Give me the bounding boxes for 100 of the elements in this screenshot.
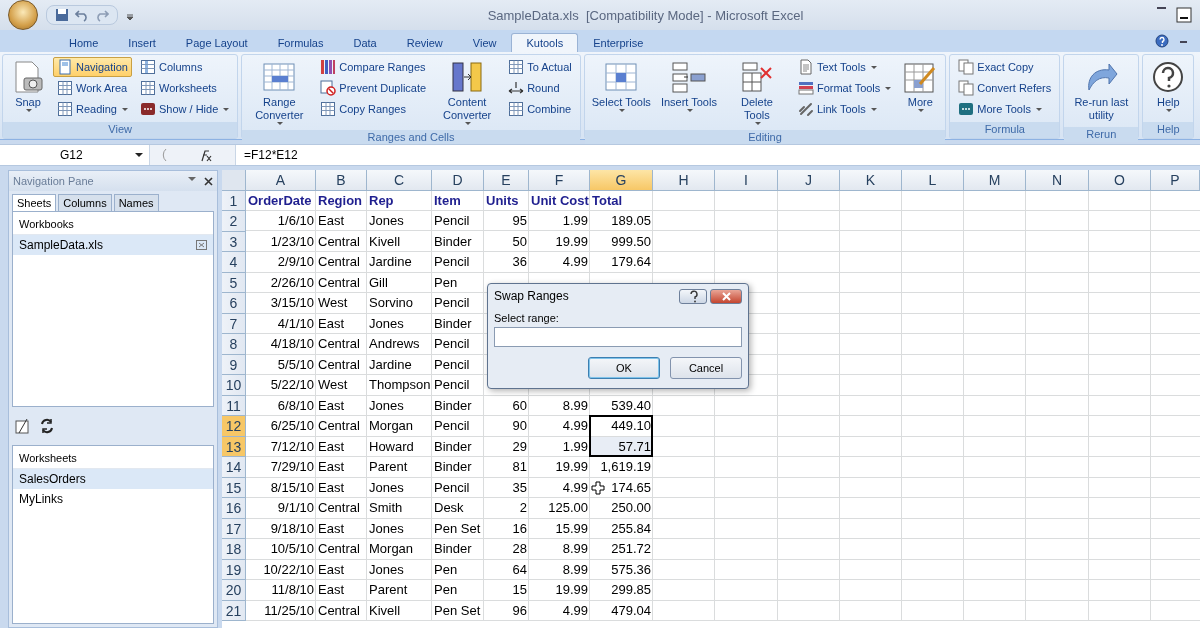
ribbon-tab[interactable]: Kutools xyxy=(511,33,579,52)
formula-field[interactable]: =F12*E12 xyxy=(236,148,298,162)
ribbon-button[interactable]: Content Converter xyxy=(434,57,501,128)
row-header[interactable]: 5 xyxy=(222,272,246,293)
column-header[interactable]: H xyxy=(653,170,715,191)
row-header[interactable]: 1 xyxy=(222,190,246,211)
column-header[interactable]: G xyxy=(590,170,653,191)
ribbon-button[interactable]: Navigation xyxy=(53,57,132,77)
row-header[interactable]: 21 xyxy=(222,600,246,621)
column-header[interactable]: I xyxy=(715,170,778,191)
row-header[interactable]: 9 xyxy=(222,354,246,375)
ribbon-button[interactable]: Work Area xyxy=(53,78,132,98)
selection-frame xyxy=(589,415,653,457)
question-mark-icon xyxy=(687,289,699,303)
ribbon-button[interactable]: Convert Refers xyxy=(954,78,1056,98)
row-header[interactable]: 18 xyxy=(222,539,246,560)
window-title: SampleData.xls [Compatibility Mode] - Microsoft Excel xyxy=(486,7,805,23)
ribbon-button[interactable]: Worksheets xyxy=(136,78,234,98)
row-header[interactable]: 12 xyxy=(222,416,246,437)
pane-tab[interactable]: Columns xyxy=(58,194,112,211)
list-item[interactable]: SampleData.xls xyxy=(13,235,213,255)
row-header[interactable]: 19 xyxy=(222,559,246,580)
row-header[interactable]: 8 xyxy=(222,334,246,355)
table-cell: Central xyxy=(318,418,360,433)
row-header[interactable]: 11 xyxy=(222,395,246,416)
row-header[interactable]: 7 xyxy=(222,313,246,334)
row-header[interactable]: 15 xyxy=(222,477,246,498)
ribbon-tab[interactable]: Page Layout xyxy=(170,33,263,52)
ribbon-button[interactable]: Format Tools xyxy=(793,78,896,98)
ribbon-button[interactable]: Round xyxy=(504,78,576,98)
ribbon-button[interactable]: Compare Ranges xyxy=(316,57,431,77)
help-button[interactable] xyxy=(679,288,707,304)
row-header[interactable]: 3 xyxy=(222,231,246,252)
ribbon-button[interactable]: To Actual xyxy=(504,57,576,77)
ribbon-button[interactable]: Combine xyxy=(504,99,576,119)
ribbon-button[interactable]: Text Tools xyxy=(793,57,896,77)
table-cell: 1.99 xyxy=(562,438,588,454)
ribbon-button[interactable]: Help xyxy=(1147,57,1190,120)
row-header[interactable]: 10 xyxy=(222,375,246,396)
column-header[interactable]: B xyxy=(316,170,367,191)
field-label: Select range: xyxy=(494,312,560,324)
table-cell: 50 xyxy=(512,233,527,249)
column-header[interactable]: C xyxy=(367,170,432,191)
column-header[interactable]: L xyxy=(902,170,964,191)
ribbon-tab[interactable]: Review xyxy=(391,33,458,52)
column-header[interactable]: P xyxy=(1151,170,1200,191)
row-header[interactable]: 13 xyxy=(222,436,246,457)
pane-tab[interactable]: Sheets xyxy=(12,194,57,211)
ribbon-tab[interactable]: View xyxy=(457,33,512,52)
row-header[interactable]: 17 xyxy=(222,518,246,539)
office-button[interactable] xyxy=(8,0,38,30)
close-button[interactable] xyxy=(710,288,742,304)
ribbon-tab[interactable]: Formulas xyxy=(262,33,339,52)
row-header[interactable]: 4 xyxy=(222,252,246,273)
list-item[interactable]: SalesOrders xyxy=(13,469,213,489)
ribbon-tab[interactable]: Home xyxy=(54,33,114,52)
ribbon-button[interactable]: Range Converter xyxy=(246,57,313,128)
dialog-button[interactable]: Cancel xyxy=(670,357,742,379)
table-cell: Central xyxy=(318,541,360,556)
column-header[interactable]: O xyxy=(1089,170,1151,191)
ribbon-tab[interactable]: Enterprise xyxy=(578,33,659,52)
ribbon-button[interactable]: More Tools xyxy=(954,99,1056,119)
ribbon-button[interactable]: Columns xyxy=(136,57,234,77)
redo-icon xyxy=(95,8,109,22)
column-header[interactable]: J xyxy=(778,170,840,191)
column-header[interactable]: M xyxy=(964,170,1026,191)
column-header[interactable]: K xyxy=(840,170,902,191)
dialog-button[interactable]: OK xyxy=(588,357,660,379)
ribbon-button[interactable]: More xyxy=(899,57,942,128)
ribbon-button[interactable]: Prevent Duplicate xyxy=(316,78,431,98)
table-cell: East xyxy=(318,438,344,454)
ribbon-tab[interactable]: Insert xyxy=(113,33,171,52)
ribbon-tab[interactable]: Data xyxy=(338,33,392,52)
ribbon-button[interactable]: Snap xyxy=(7,57,49,120)
ribbon-button[interactable]: Insert Tools xyxy=(657,57,720,128)
ribbon-button[interactable]: Show / Hide xyxy=(136,99,234,119)
column-header[interactable]: E xyxy=(484,170,529,191)
row-header[interactable]: 6 xyxy=(222,293,246,314)
chain-icon xyxy=(797,101,814,117)
column-header[interactable]: F xyxy=(529,170,590,191)
ribbon-button[interactable]: Re-run last utility xyxy=(1068,57,1135,125)
range-field[interactable] xyxy=(494,327,742,347)
table-cell: Pencil xyxy=(434,356,470,372)
column-header[interactable]: D xyxy=(432,170,484,191)
list-item[interactable]: MyLinks xyxy=(13,489,213,509)
column-header[interactable]: N xyxy=(1026,170,1089,191)
ribbon-button[interactable]: Exact Copy xyxy=(954,57,1056,77)
ribbon-button[interactable]: Reading xyxy=(53,99,132,119)
pane-tab[interactable]: Names xyxy=(113,194,159,211)
ribbon-button[interactable]: Delete Tools xyxy=(723,57,790,128)
row-header[interactable]: 20 xyxy=(222,580,246,601)
ribbon-button[interactable]: Link Tools xyxy=(793,99,896,119)
ribbon-button[interactable]: Select Tools xyxy=(588,57,654,128)
row-header[interactable]: 2 xyxy=(222,211,246,232)
ribbon-button[interactable]: Copy Ranges xyxy=(316,99,431,119)
row-header[interactable]: 16 xyxy=(222,498,246,519)
table-cell: 1/6/10 xyxy=(277,213,314,228)
column-header[interactable]: A xyxy=(246,170,316,191)
table-cell: Pencil xyxy=(434,254,470,269)
row-header[interactable]: 14 xyxy=(222,457,246,478)
